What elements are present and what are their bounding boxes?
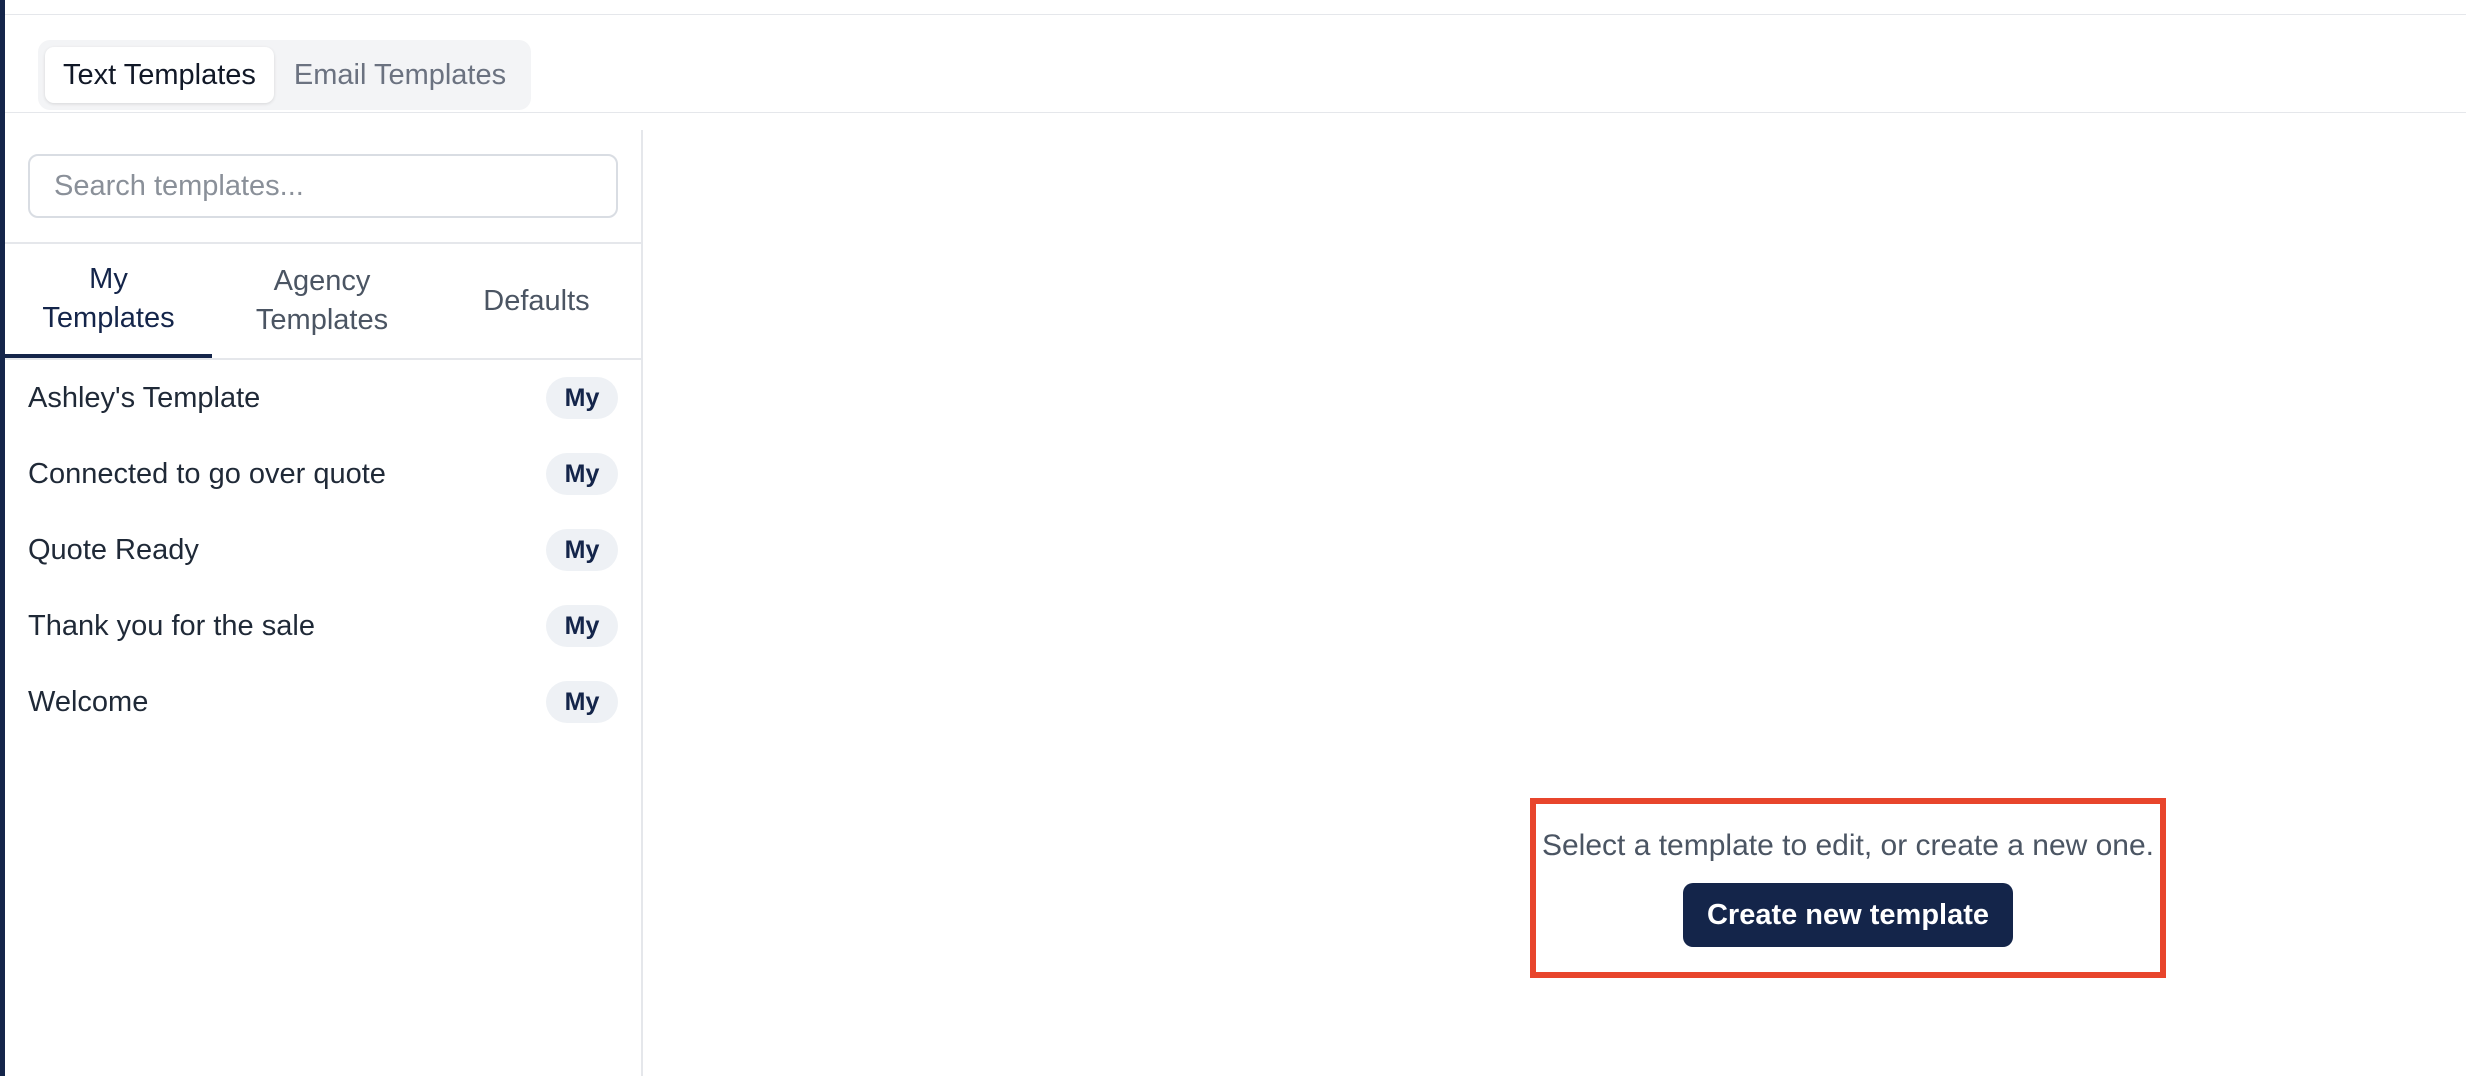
empty-state-message: Select a template to edit, or create a n… — [1541, 829, 2155, 862]
list-item[interactable]: Connected to go over quote My — [5, 436, 641, 512]
create-template-button[interactable]: Create new template — [1682, 883, 2014, 947]
owner-badge: My — [546, 681, 618, 723]
list-item[interactable]: Quote Ready My — [5, 512, 641, 588]
template-name: Welcome — [28, 685, 149, 718]
template-name: Connected to go over quote — [28, 457, 386, 490]
tab-defaults-label: Defaults — [483, 284, 590, 317]
owner-badge: My — [546, 453, 618, 495]
list-item[interactable]: Ashley's Template My — [5, 360, 641, 436]
templates-page: Text Templates Email Templates My Templa… — [0, 0, 2466, 1076]
template-scope-tabs: My Templates Agency Templates Defaults — [5, 244, 641, 360]
template-list: Ashley's Template My Connected to go ove… — [5, 360, 641, 740]
template-name: Thank you for the sale — [28, 609, 315, 642]
top-divider — [5, 14, 2466, 15]
owner-badge: My — [546, 377, 618, 419]
search-container — [28, 154, 618, 218]
template-type-tabs: Text Templates Email Templates — [38, 40, 532, 110]
owner-badge: My — [546, 605, 618, 647]
header-divider — [5, 112, 2466, 113]
tab-agency-templates-line1: Agency — [273, 265, 371, 297]
tab-my-templates-line2: Templates — [42, 302, 175, 334]
owner-badge: My — [546, 529, 618, 571]
search-input[interactable] — [28, 154, 618, 218]
tab-email-templates[interactable]: Email Templates — [276, 47, 524, 103]
template-name: Ashley's Template — [28, 381, 261, 414]
tab-agency-templates[interactable]: Agency Templates — [212, 244, 432, 358]
tab-defaults[interactable]: Defaults — [432, 244, 641, 358]
tab-agency-templates-line2: Templates — [255, 304, 389, 336]
empty-state-panel: Select a template to edit, or create a n… — [1530, 798, 2166, 978]
list-item[interactable]: Thank you for the sale My — [5, 588, 641, 664]
template-name: Quote Ready — [28, 533, 199, 566]
list-item[interactable]: Welcome My — [5, 664, 641, 740]
tab-text-templates[interactable]: Text Templates — [45, 47, 274, 103]
tab-my-templates[interactable]: My Templates — [5, 244, 212, 358]
tab-my-templates-line1: My — [89, 263, 128, 295]
templates-sidebar: My Templates Agency Templates Defaults A… — [5, 130, 643, 1076]
